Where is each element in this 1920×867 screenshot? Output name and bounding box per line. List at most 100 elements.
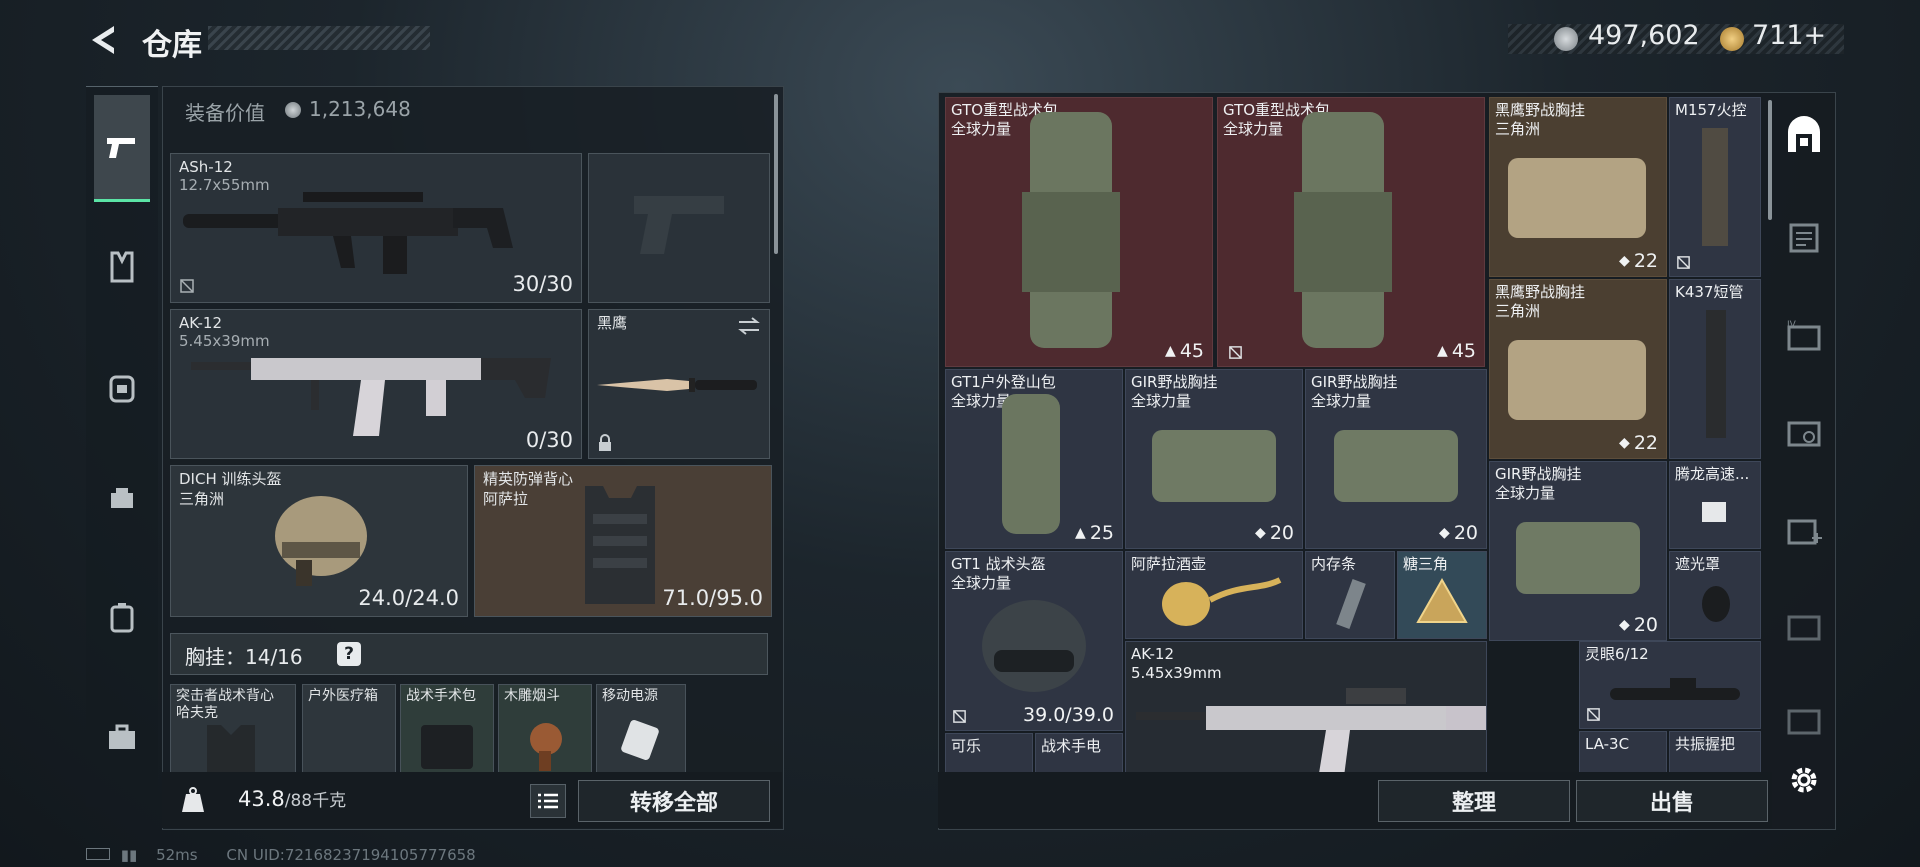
chest-rig-header: 胸挂：14/16 ?: [170, 633, 768, 675]
tactical-helmet-image: [982, 600, 1086, 692]
sort-button[interactable]: 整理: [1378, 780, 1570, 822]
item-count-value: 45: [1451, 340, 1476, 362]
item-count-value: 22: [1633, 250, 1658, 272]
secondary-weapon-slot[interactable]: AK-12 5.45x39mm 0/30: [170, 309, 582, 459]
tab-storage-gt[interactable]: [1782, 604, 1826, 648]
storage-item[interactable]: GTO重型战术包 全球力量 ▲ 45: [945, 97, 1213, 367]
storage-item[interactable]: M157火控: [1669, 97, 1761, 277]
capacity-icon: ◆: [1619, 435, 1630, 451]
storage-item[interactable]: 阿萨拉酒壶: [1125, 551, 1303, 639]
tab-storage-iv-add[interactable]: [1782, 508, 1826, 552]
storage-item[interactable]: GT1户外登山包 全球力量 ▲ 25: [945, 369, 1123, 549]
storage-item[interactable]: K437短管: [1669, 279, 1761, 459]
storage-item[interactable]: 内存条: [1305, 551, 1395, 639]
item-name: 遮光罩: [1675, 555, 1721, 573]
rail-item-backpack[interactable]: [94, 357, 150, 417]
storage-item[interactable]: 糖三角: [1397, 551, 1487, 639]
rail-item-container[interactable]: [94, 587, 150, 647]
item-count-value: 25: [1089, 522, 1114, 544]
list-view-button[interactable]: [530, 784, 566, 818]
vest-icon: [110, 251, 134, 283]
storage-item[interactable]: 黑鹰野战胸挂 三角洲 ◆ 22: [1489, 279, 1667, 459]
item-name: 内存条: [1311, 555, 1357, 573]
rail-item-chest-rig[interactable]: [94, 237, 150, 297]
chest-rig-image: [1508, 158, 1646, 238]
tab-storage-v2[interactable]: [1782, 698, 1826, 742]
document-icon: [1789, 223, 1819, 253]
not-insured-icon: [180, 279, 194, 293]
storage-item[interactable]: 灵眼6/12: [1579, 641, 1761, 729]
field-rig-image: [1334, 430, 1458, 502]
tab-all-storage[interactable]: [1782, 114, 1826, 158]
item-count-value: 45: [1179, 340, 1204, 362]
category-rail: [86, 86, 158, 807]
swap-icon[interactable]: [737, 316, 761, 336]
armor-slot[interactable]: 精英防弹背心 阿萨拉 71.0/95.0: [474, 465, 772, 617]
item-name: 木雕烟斗: [504, 688, 560, 704]
chest-item[interactable]: 突击者战术背心 哈夫克: [170, 684, 296, 776]
storage-item[interactable]: GIR野战胸挂 全球力量 ◆ 20: [1305, 369, 1487, 549]
storage-item[interactable]: 遮光罩: [1669, 551, 1761, 639]
item-name: 战术手电: [1041, 737, 1102, 755]
item-name: 移动电源: [602, 688, 658, 704]
storage-item[interactable]: GIR野战胸挂 全球力量 ◆ 20: [1489, 461, 1667, 641]
help-icon[interactable]: ?: [337, 642, 361, 666]
case-v-icon: [1787, 709, 1821, 735]
loadout-scrollbar[interactable]: [774, 94, 778, 254]
item-name: GT1 战术头盔: [951, 555, 1046, 573]
item-name: 黑鹰野战胸挂: [1495, 283, 1586, 301]
page-title: 仓库: [142, 28, 202, 63]
weight-icon: [182, 787, 204, 812]
item-count: ◆ 20: [1439, 522, 1478, 544]
melee-slot[interactable]: 黑鹰: [588, 309, 770, 459]
weight-current: 43.8: [238, 787, 285, 811]
item-count: ▲ 45: [1437, 340, 1476, 362]
tab-storage-2[interactable]: [1782, 216, 1826, 260]
primary-weapon-slot[interactable]: ASh-12 12.7x55mm 30/30: [170, 153, 582, 303]
backpack-icon: [109, 375, 135, 403]
tab-storage-v[interactable]: [1782, 410, 1826, 454]
tab-storage-iv[interactable]: IV: [1782, 314, 1826, 358]
item-sub: 哈夫克: [176, 705, 218, 721]
chest-rig-image: [1508, 340, 1646, 420]
lens-hood-image: [1702, 586, 1730, 622]
item-name: 突击者战术背心: [176, 688, 274, 704]
attachment-image: [1702, 502, 1726, 522]
chest-item[interactable]: 战术手术包: [400, 684, 494, 776]
add-currency-button[interactable]: +: [1804, 20, 1827, 51]
chest-item[interactable]: 移动电源: [596, 684, 686, 776]
vest-image: [207, 725, 255, 775]
item-name: 灵眼6/12: [1585, 645, 1649, 663]
storage-item[interactable]: 黑鹰野战胸挂 三角洲 ◆ 22: [1489, 97, 1667, 277]
case-icon: [110, 603, 134, 633]
helmet-image: [275, 496, 367, 586]
chest-item[interactable]: 木雕烟斗: [498, 684, 592, 776]
list-icon: [538, 793, 558, 809]
pistol-silhouette-icon: [634, 196, 724, 254]
pistol-slot-empty[interactable]: [588, 153, 770, 303]
storage-item[interactable]: 腾龙高速...: [1669, 461, 1761, 549]
case-add-icon: [1787, 519, 1822, 545]
item-count: ▲ 25: [1075, 522, 1114, 544]
item-name: 腾龙高速...: [1675, 465, 1750, 483]
item-name: AK-12: [1131, 645, 1175, 663]
item-name: 糖三角: [1403, 555, 1449, 573]
delta-coin-balance[interactable]: 711+: [1752, 20, 1826, 51]
title-decoration: [208, 26, 430, 50]
battery-icon: [86, 848, 110, 860]
settings-button[interactable]: [1782, 758, 1826, 802]
rail-item-pouch[interactable]: [94, 467, 150, 527]
storage-item[interactable]: GTO重型战术包 全球力量 ▲ 45: [1217, 97, 1485, 367]
rail-item-briefcase[interactable]: [94, 707, 150, 767]
sell-button[interactable]: 出售: [1576, 780, 1768, 822]
gear-icon: [1791, 767, 1817, 793]
item-sub: 全球力量: [1495, 484, 1556, 502]
armor-durability: 71.0/95.0: [662, 586, 763, 610]
storage-item[interactable]: GT1 战术头盔 全球力量 39.0/39.0: [945, 551, 1123, 731]
back-arrow-icon[interactable]: [86, 22, 122, 58]
helmet-slot[interactable]: DICH 训练头盔 三角洲 24.0/24.0: [170, 465, 468, 617]
transfer-all-button[interactable]: 转移全部: [578, 780, 770, 822]
rail-item-weapons[interactable]: [94, 117, 150, 177]
chest-item[interactable]: 户外医疗箱: [302, 684, 396, 776]
storage-item[interactable]: GIR野战胸挂 全球力量 ◆ 20: [1125, 369, 1303, 549]
